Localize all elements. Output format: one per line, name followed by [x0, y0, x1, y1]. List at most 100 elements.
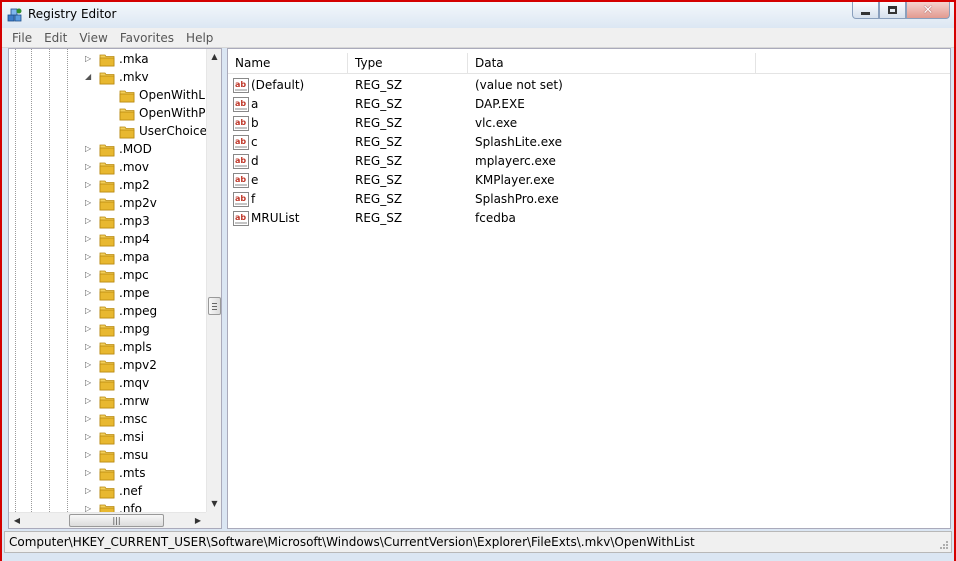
collapsed-arrow-icon[interactable]: ▷ [85, 468, 95, 478]
collapsed-arrow-icon[interactable]: ▷ [85, 198, 95, 208]
collapsed-arrow-icon[interactable]: ▷ [85, 378, 95, 388]
tree-item[interactable]: ▷ .mrw [9, 393, 205, 411]
tree-item[interactable]: ▷ .mov [9, 159, 205, 177]
scroll-left-arrow-icon[interactable]: ◀ [9, 513, 25, 528]
svg-text:ab: ab [235, 194, 246, 203]
tree-item[interactable]: ▷ .nef [9, 483, 205, 501]
column-header-name[interactable]: Name [228, 53, 348, 74]
collapsed-arrow-icon[interactable]: ▷ [85, 450, 95, 460]
folder-icon [99, 342, 115, 355]
expanded-arrow-icon[interactable]: ◢ [85, 72, 95, 82]
menu-view[interactable]: View [73, 31, 113, 45]
svg-text:ab: ab [235, 99, 246, 108]
folder-icon [99, 72, 115, 85]
collapsed-arrow-icon[interactable]: ▷ [85, 396, 95, 406]
tree-item[interactable]: ▷ .mp3 [9, 213, 205, 231]
tree-item[interactable]: ▷ .mpc [9, 267, 205, 285]
tree-item-label: .mka [119, 52, 149, 66]
tree-item[interactable]: ▷ .msu [9, 447, 205, 465]
menu-edit[interactable]: Edit [38, 31, 73, 45]
collapsed-arrow-icon[interactable]: ▷ [85, 270, 95, 280]
collapsed-arrow-icon[interactable]: ▷ [85, 54, 95, 64]
menu-file[interactable]: File [6, 31, 38, 45]
collapsed-arrow-icon[interactable]: ▷ [85, 252, 95, 262]
folder-icon [99, 54, 115, 67]
tree-item[interactable]: ▷ .mpv2 [9, 357, 205, 375]
restore-button[interactable] [879, 2, 906, 19]
tree-item[interactable]: ▷ .MOD [9, 141, 205, 159]
tree-item[interactable]: UserChoice [9, 123, 207, 141]
tree-item[interactable]: OpenWithProgids [9, 105, 221, 123]
menu-favorites[interactable]: Favorites [114, 31, 180, 45]
minimize-button[interactable] [852, 2, 879, 19]
tree-vertical-scrollbar[interactable]: ▲ ▼ [206, 49, 221, 512]
value-row[interactable]: ab a REG_SZ DAP.EXE [228, 95, 950, 114]
title-bar[interactable]: Registry Editor ✕ [2, 2, 954, 28]
folder-icon [99, 414, 115, 427]
collapsed-arrow-icon[interactable]: ▷ [85, 162, 95, 172]
tree-item[interactable]: OpenWithList [9, 87, 219, 105]
string-value-icon: ab [233, 192, 249, 207]
value-name: f [251, 192, 256, 206]
value-name: c [251, 135, 258, 149]
vertical-scroll-thumb[interactable] [208, 297, 221, 315]
menu-help[interactable]: Help [180, 31, 219, 45]
tree-item[interactable]: ▷ .mpeg [9, 303, 205, 321]
tree-item-label: .mpe [119, 286, 150, 300]
value-row[interactable]: ab (Default) REG_SZ (value not set) [228, 76, 950, 95]
collapsed-arrow-icon[interactable]: ▷ [85, 432, 95, 442]
close-button[interactable]: ✕ [906, 2, 950, 19]
folder-icon [99, 198, 115, 211]
value-data: DAP.EXE [475, 97, 525, 111]
scroll-down-arrow-icon[interactable]: ▼ [207, 496, 221, 512]
collapsed-arrow-icon[interactable]: ▷ [85, 234, 95, 244]
collapsed-arrow-icon[interactable]: ▷ [85, 180, 95, 190]
tree-item[interactable]: ▷ .mpe [9, 285, 205, 303]
tree-item[interactable]: ▷ .mqv [9, 375, 205, 393]
scroll-right-arrow-icon[interactable]: ▶ [190, 513, 206, 528]
value-row[interactable]: ab c REG_SZ SplashLite.exe [228, 133, 950, 152]
tree-horizontal-scrollbar[interactable]: ◀ ||| ▶ [9, 512, 206, 528]
resize-grip-icon[interactable] [939, 540, 949, 550]
column-header-data[interactable]: Data [468, 53, 756, 74]
tree-item[interactable]: ▷ .msc [9, 411, 205, 429]
collapsed-arrow-icon[interactable]: ▷ [85, 306, 95, 316]
tree-item[interactable]: ◢ .mkv [9, 69, 205, 87]
column-header-type[interactable]: Type [348, 53, 468, 74]
tree-item[interactable]: ▷ .msi [9, 429, 205, 447]
horizontal-scroll-thumb[interactable]: ||| [69, 514, 164, 527]
folder-icon [99, 180, 115, 193]
window-bottom-edge [2, 554, 954, 561]
value-row[interactable]: ab b REG_SZ vlc.exe [228, 114, 950, 133]
value-type: REG_SZ [355, 78, 403, 92]
value-row[interactable]: ab e REG_SZ KMPlayer.exe [228, 171, 950, 190]
folder-icon [99, 432, 115, 445]
collapsed-arrow-icon[interactable]: ▷ [85, 342, 95, 352]
collapsed-arrow-icon[interactable]: ▷ [85, 486, 95, 496]
thumb-grip-line [212, 306, 217, 307]
tree-item[interactable]: ▷ .mpa [9, 249, 205, 267]
value-row[interactable]: ab MRUList REG_SZ fcedba [228, 209, 950, 228]
tree-item[interactable]: ▷ .mp4 [9, 231, 205, 249]
value-type: REG_SZ [355, 116, 403, 130]
value-row[interactable]: ab f REG_SZ SplashPro.exe [228, 190, 950, 209]
tree-item[interactable]: ▷ .mp2 [9, 177, 205, 195]
collapsed-arrow-icon[interactable]: ▷ [85, 144, 95, 154]
value-name: a [251, 97, 259, 111]
collapsed-arrow-icon[interactable]: ▷ [85, 414, 95, 424]
scroll-up-arrow-icon[interactable]: ▲ [207, 49, 221, 65]
value-row[interactable]: ab d REG_SZ mplayerc.exe [228, 152, 950, 171]
value-type: REG_SZ [355, 154, 403, 168]
scrollbar-corner [206, 512, 221, 528]
tree-item[interactable]: ▷ .mpg [9, 321, 205, 339]
tree-item[interactable]: ▷ .mts [9, 465, 205, 483]
tree-item[interactable]: ▷ .mpls [9, 339, 205, 357]
value-data: fcedba [475, 211, 516, 225]
collapsed-arrow-icon[interactable]: ▷ [85, 360, 95, 370]
tree-item[interactable]: ▷ .mka [9, 51, 205, 69]
value-data: SplashPro.exe [475, 192, 559, 206]
collapsed-arrow-icon[interactable]: ▷ [85, 216, 95, 226]
tree-item[interactable]: ▷ .mp2v [9, 195, 205, 213]
collapsed-arrow-icon[interactable]: ▷ [85, 324, 95, 334]
collapsed-arrow-icon[interactable]: ▷ [85, 288, 95, 298]
